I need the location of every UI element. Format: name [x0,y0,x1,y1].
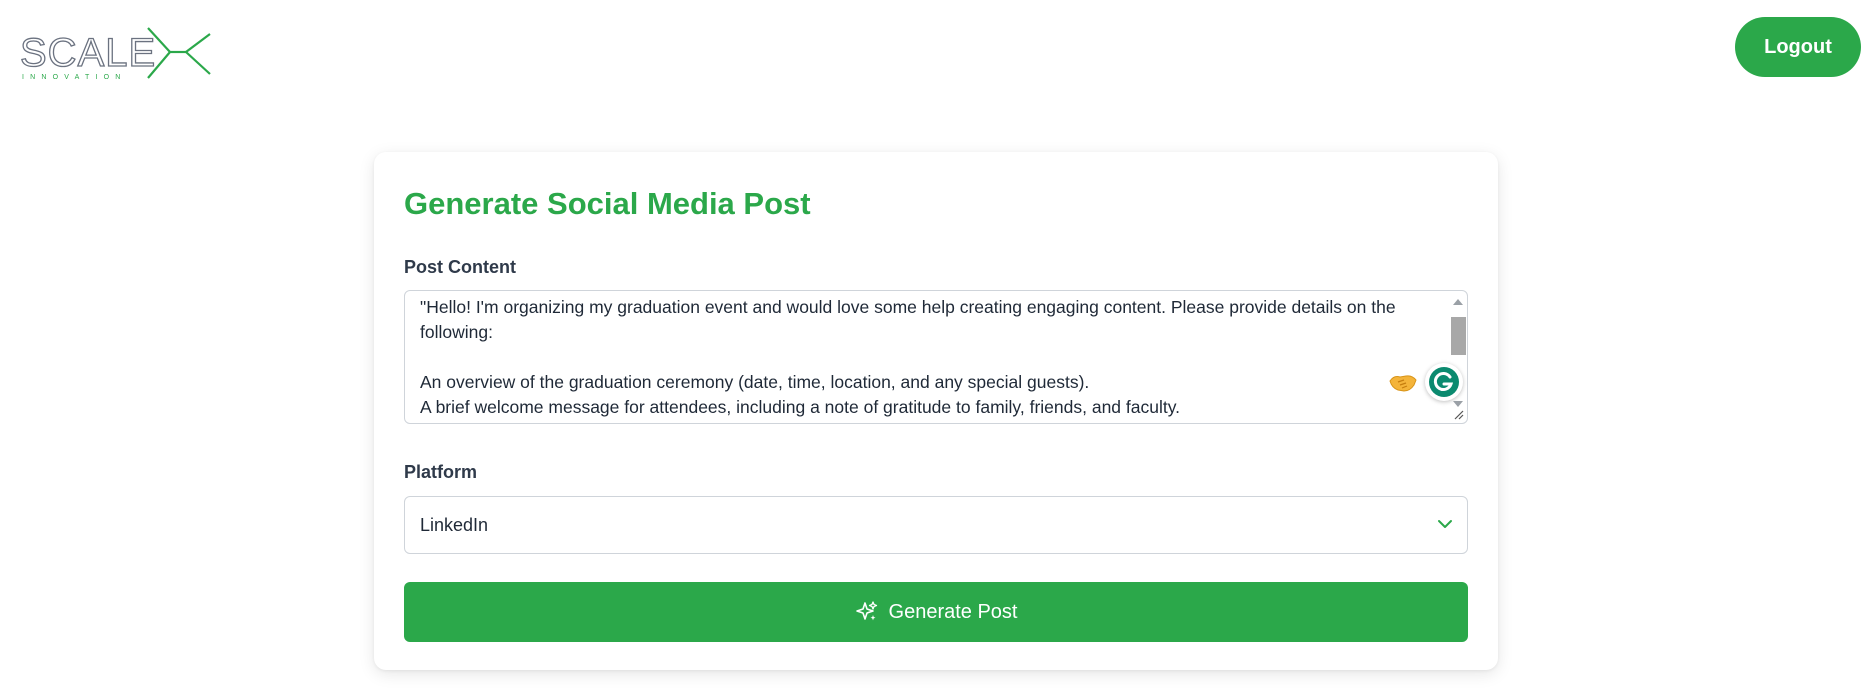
top-bar: SCALE INNOVATION Logout [0,0,1873,100]
scroll-up-arrow-icon[interactable] [1453,299,1463,305]
resize-handle-icon[interactable] [1451,407,1465,421]
platform-label: Platform [404,462,478,482]
platform-select[interactable]: LinkedIn [404,496,1468,554]
generate-post-button[interactable]: Generate Post [404,582,1468,642]
handshake-icon[interactable] [1388,371,1418,395]
page-title: Generate Social Media Post [404,186,811,221]
logo-wordmark: SCALE [20,31,156,75]
scrollbar-thumb[interactable] [1451,317,1466,355]
logo-graphic: SCALE INNOVATION [20,27,211,81]
post-content-text[interactable]: "Hello! I'm organizing my graduation eve… [420,295,1430,420]
generate-post-card: Generate Social Media Post Post Content … [374,152,1498,670]
logout-button[interactable]: Logout [1735,17,1861,77]
logo-subtext: INNOVATION [22,74,127,81]
sparkle-icon [855,601,877,621]
generate-post-label: Generate Post [888,600,1018,623]
logo-x-mark [147,27,211,79]
post-content-label: Post Content [404,257,516,277]
chevron-down-icon[interactable] [1437,518,1453,530]
scalex-logo[interactable]: SCALE INNOVATION [20,22,220,84]
textarea-scrollbar[interactable] [1449,295,1466,413]
post-content-textarea[interactable]: "Hello! I'm organizing my graduation eve… [404,290,1468,424]
platform-selected-value: LinkedIn [420,515,489,535]
